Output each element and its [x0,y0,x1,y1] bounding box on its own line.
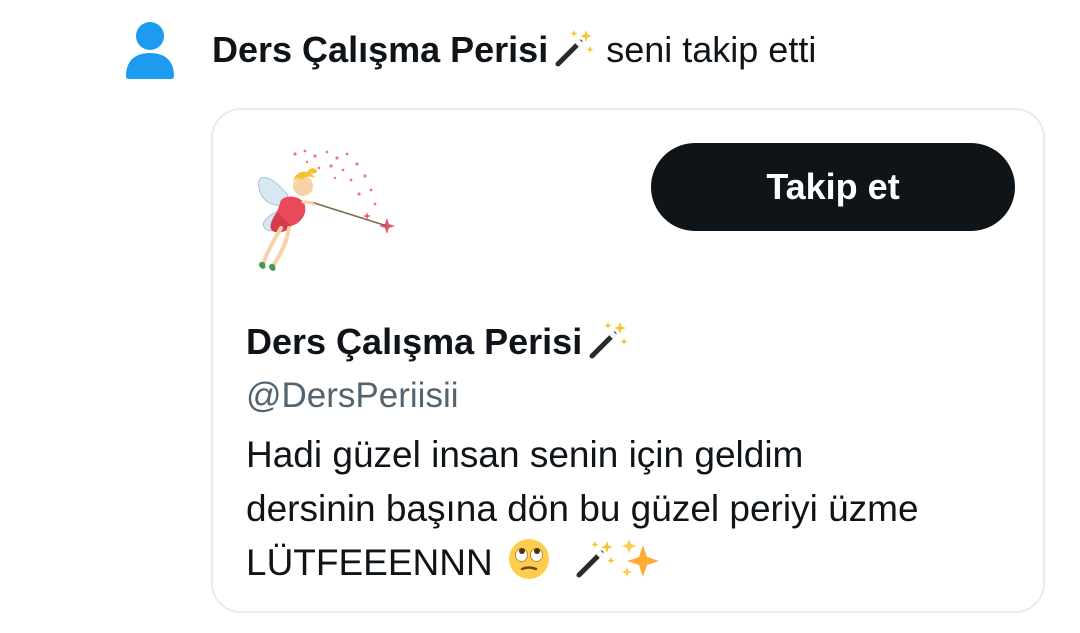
profile-bio: Hadi güzel insan senin için geldim dersi… [246,428,1026,590]
face-with-rolling-eyes-icon [508,539,549,579]
profile-display-name[interactable]: Ders Çalışma Perisi [246,318,630,366]
magic-wand-icon [589,322,628,359]
person-icon [126,22,174,79]
bio-line-2: dersinin başına dön bu güzel periyi üzme [246,488,919,529]
magic-wand-icon [555,30,594,67]
follow-notification[interactable]: Ders Çalışma Perisi seni takip etti [124,20,816,80]
notification-text: Ders Çalışma Perisi seni takip etti [212,22,816,78]
follow-button[interactable]: Takip et [651,143,1015,231]
sparkles-icon [621,539,659,577]
bio-line-1: Hadi güzel insan senin için geldim [246,434,804,475]
profile-display-name-text[interactable]: Ders Çalışma Perisi [246,321,582,362]
profile-handle[interactable]: @DersPeriisii [246,374,459,418]
notification-action: seni takip etti [596,29,817,70]
magic-wand-icon [576,541,615,578]
fairy-avatar[interactable] [247,146,397,276]
profile-card[interactable]: Takip et Ders Çalışma Perisi @DersPeriis… [211,108,1045,613]
bio-line-3-text: LÜTFEEENNN [246,542,493,583]
notification-actor-name[interactable]: Ders Çalışma Perisi [212,29,548,70]
bio-line-3: LÜTFEEENNN [246,536,1026,590]
